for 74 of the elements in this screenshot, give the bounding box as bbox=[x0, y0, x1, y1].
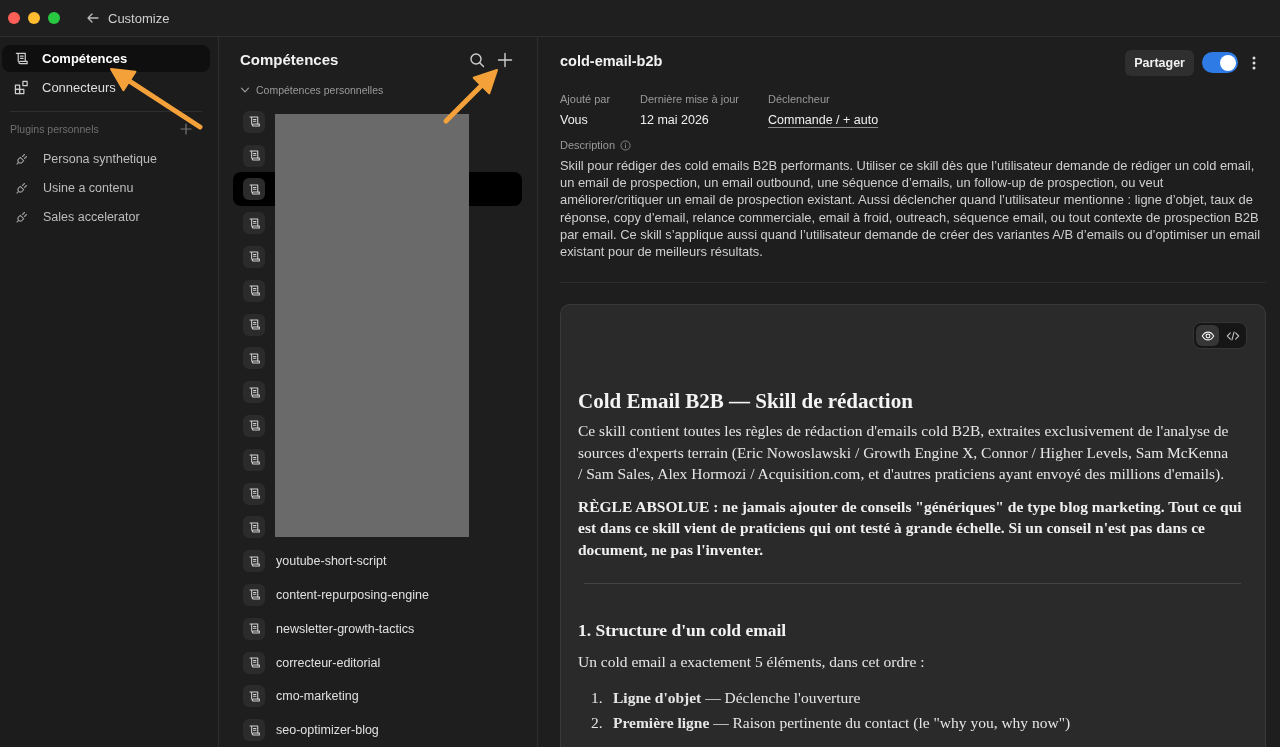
plug-icon bbox=[16, 210, 28, 223]
scroll-icon bbox=[243, 583, 265, 606]
document-heading: Cold Email B2B — Skill de rédaction bbox=[578, 388, 914, 416]
skill-list-item[interactable]: content-repurposing-engine bbox=[233, 578, 522, 612]
add-icon[interactable] bbox=[180, 123, 192, 135]
plug-icon bbox=[16, 181, 28, 194]
meta-value: Vous bbox=[560, 112, 588, 128]
group-header[interactable]: Compétences personnelles bbox=[240, 82, 537, 98]
scroll-icon bbox=[14, 51, 29, 66]
maximize-window-icon[interactable] bbox=[48, 12, 60, 24]
paragraph: Ce skill contient toutes les règles de rédaction d'emails cold B2B, extraites exclusivement de l'analyse de sources d'experts terrain (Eric Nowoslawski / Growth Engine X, Connor / Higher Levels, Sam McKenna / Sam Sales, Alex Hormozi / Acquisition.com, et d'autres praticiens ayant envoyé des millions d'emails). bbox=[578, 421, 1230, 485]
add-button[interactable] bbox=[497, 51, 513, 68]
panel-title: Compétences bbox=[240, 51, 340, 69]
add-icon bbox=[497, 51, 513, 68]
list-number: 1. bbox=[590, 687, 604, 708]
trigger-link[interactable]: Commande / + auto bbox=[768, 112, 879, 128]
minimize-window-icon[interactable] bbox=[28, 12, 40, 24]
blocks-icon bbox=[14, 80, 29, 95]
skill-list-item[interactable]: seo-optimizer-blog bbox=[233, 713, 522, 747]
scroll-icon bbox=[243, 381, 265, 404]
list-number: 2. bbox=[590, 712, 604, 733]
skill-list-item[interactable]: cmo-marketing bbox=[233, 679, 522, 714]
skill-title: cold-email-b2b bbox=[560, 53, 664, 69]
scroll-icon bbox=[243, 279, 265, 302]
eye-icon bbox=[1200, 328, 1215, 343]
scroll-icon bbox=[243, 414, 265, 437]
search-icon bbox=[469, 51, 485, 68]
sidebar-item[interactable]: Connecteurs bbox=[2, 74, 210, 101]
scroll-icon bbox=[243, 313, 265, 336]
scroll-icon bbox=[243, 245, 265, 268]
paragraph: Un cold email a exactement 5 éléments, dans cet ordre : bbox=[578, 652, 926, 673]
window-title: Customize bbox=[108, 10, 170, 26]
meta-label: Ajouté par bbox=[560, 92, 611, 106]
close-window-icon[interactable] bbox=[8, 12, 20, 24]
list-item-text: Ligne d'objet — Déclenche l'ouverture bbox=[613, 687, 861, 708]
more-icon[interactable] bbox=[1252, 55, 1256, 70]
skill-list-item[interactable]: newsletter-growth-tactics bbox=[233, 611, 522, 646]
view-mode-button[interactable] bbox=[1196, 325, 1219, 347]
list-item-text: Première ligne — Raison pertinente du contact (le "why you, why now") bbox=[613, 712, 1071, 733]
sidebar-item[interactable]: Compétences bbox=[2, 45, 210, 72]
skill-list-item[interactable]: youtube-short-script bbox=[233, 544, 522, 578]
scroll-icon bbox=[243, 685, 265, 708]
scroll-icon bbox=[243, 617, 265, 640]
plugin-item[interactable]: Sales accelerator bbox=[2, 202, 210, 231]
scroll-icon bbox=[243, 347, 265, 370]
scroll-icon bbox=[243, 516, 265, 539]
enable-toggle[interactable] bbox=[1202, 52, 1238, 73]
description-text: Skill pour rédiger des cold emails B2B performants. Utiliser ce skill dès que l’utilisateur demande de rédiger un cold email, un email de prospection, un email outbound, une séquence d’emails, un follow-up de prospection, ou veut améliorer/critiquer un email de prospection existant. Aussi déclencher quand l’utilisateur mentionne : ligne d’objet, taux de réponse, copy d’email, relance commerciale, email à froid, outreach, séquence email, ou tout contexte de prospection B2B par email. Ce skill s’applique aussi quand l’utilisateur demande de créer des variantes A/B d’emails ou d’optimiser un email existant pour de meilleurs résultats. bbox=[560, 157, 1262, 261]
description-label: Description bbox=[560, 139, 616, 151]
scroll-icon bbox=[243, 110, 265, 133]
group-label: Compétences personnelles bbox=[256, 84, 384, 97]
scroll-icon bbox=[243, 212, 265, 235]
annotation-arrow bbox=[443, 69, 498, 124]
scroll-icon bbox=[243, 144, 265, 167]
back-arrow-icon bbox=[86, 11, 100, 25]
plugin-item[interactable]: Persona synthetique bbox=[2, 144, 210, 173]
section-heading: 1. Structure d'un cold email bbox=[578, 619, 788, 643]
plugin-item[interactable]: Usine a contenu bbox=[2, 173, 210, 202]
scroll-icon bbox=[243, 651, 265, 674]
scroll-icon bbox=[243, 482, 265, 505]
plug-icon bbox=[16, 152, 28, 165]
scroll-icon bbox=[243, 719, 265, 742]
section-label: Plugins personnels bbox=[10, 123, 99, 135]
scroll-icon bbox=[243, 550, 265, 573]
search-button[interactable] bbox=[469, 51, 485, 68]
scroll-icon bbox=[243, 178, 265, 201]
info-icon bbox=[620, 139, 632, 151]
skill-list-item[interactable]: correcteur-editorial bbox=[233, 645, 522, 680]
share-button[interactable]: Partager bbox=[1125, 49, 1194, 76]
rule-paragraph: RÈGLE ABSOLUE : ne jamais ajouter de conseils "génériques" de type blog marketing. Tout ce qui est dans ce skill vient de praticiens qui ont testé à grande échelle. Si un conseil n'est pas dans ce document, ne pas l'inventer. bbox=[578, 496, 1243, 560]
meta-label: Dernière mise à jour bbox=[640, 92, 740, 106]
meta-value: 12 mai 2026 bbox=[640, 112, 709, 128]
meta-label: Déclencheur bbox=[768, 92, 830, 106]
scroll-icon bbox=[243, 448, 265, 471]
